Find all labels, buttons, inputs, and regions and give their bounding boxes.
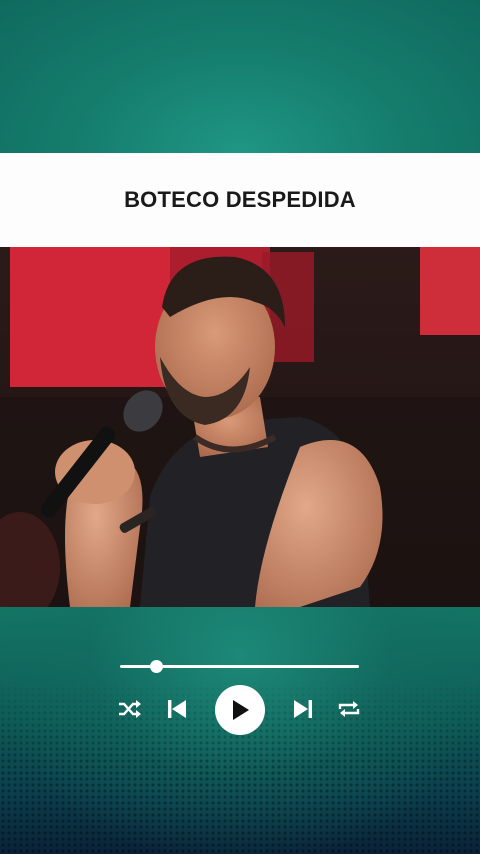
shuffle-button[interactable] xyxy=(114,682,146,736)
previous-button[interactable] xyxy=(161,682,193,736)
repeat-button[interactable] xyxy=(333,682,365,736)
play-button[interactable] xyxy=(215,685,265,735)
title-banner: BOTECO DESPEDIDA xyxy=(0,153,480,247)
top-background xyxy=(0,0,480,153)
shuffle-icon xyxy=(119,700,141,718)
progress-knob[interactable] xyxy=(149,660,163,673)
play-icon xyxy=(233,700,249,720)
song-title: BOTECO DESPEDIDA xyxy=(124,187,356,212)
repeat-icon xyxy=(338,701,360,717)
skip-previous-icon xyxy=(168,700,186,718)
cover-photo xyxy=(0,247,480,607)
skip-next-icon xyxy=(294,700,312,718)
next-button[interactable] xyxy=(287,682,319,736)
progress-bar[interactable] xyxy=(120,660,359,673)
